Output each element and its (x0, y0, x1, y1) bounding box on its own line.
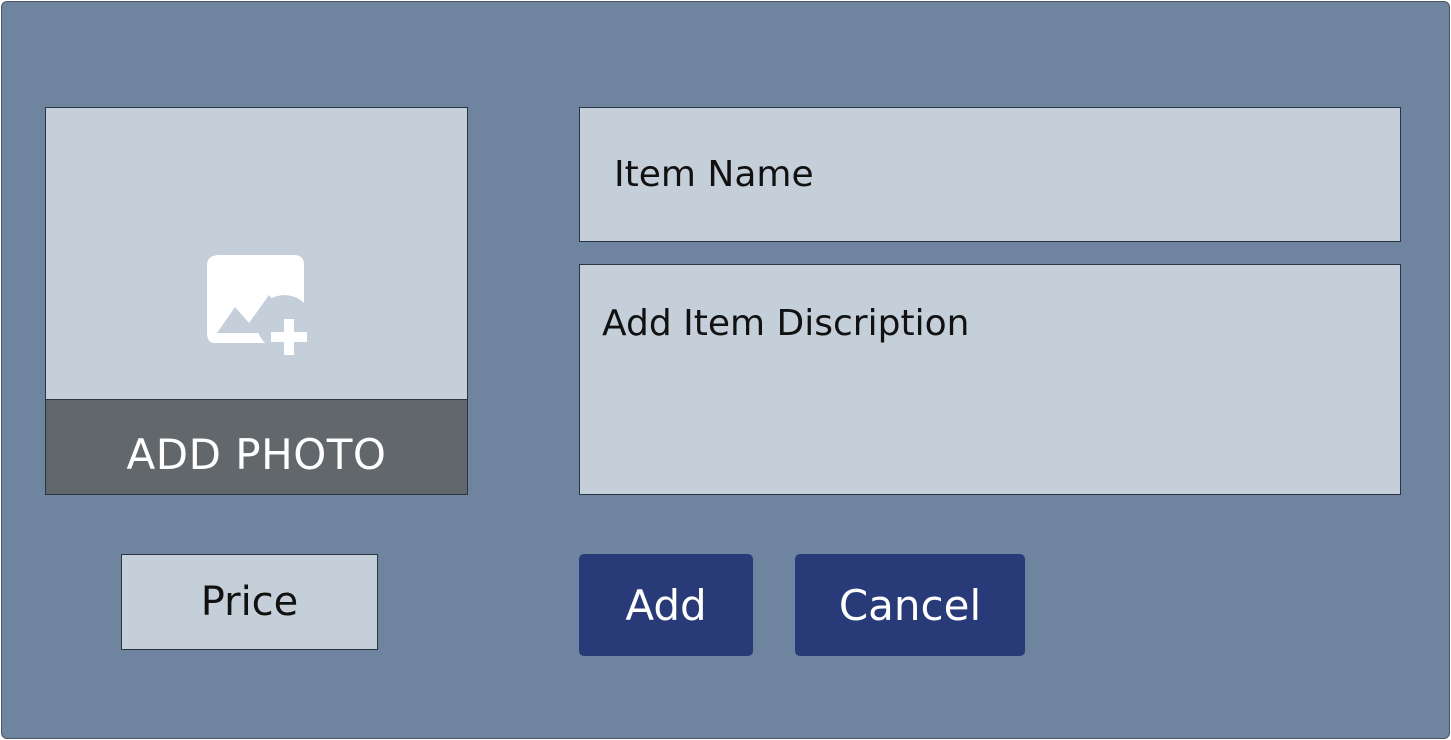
price-field[interactable]: Price (121, 554, 378, 650)
add-button[interactable]: Add (579, 554, 753, 656)
item-name-field[interactable]: Item Name (579, 107, 1401, 242)
cancel-button[interactable]: Cancel (795, 554, 1025, 656)
add-photo-icon (207, 255, 307, 355)
add-item-panel: ADD PHOTO Item Name Add Item Discription… (1, 1, 1450, 739)
add-photo-label: ADD PHOTO (45, 399, 468, 495)
add-photo-area[interactable]: ADD PHOTO (45, 107, 468, 495)
item-description-field[interactable]: Add Item Discription (579, 264, 1401, 495)
